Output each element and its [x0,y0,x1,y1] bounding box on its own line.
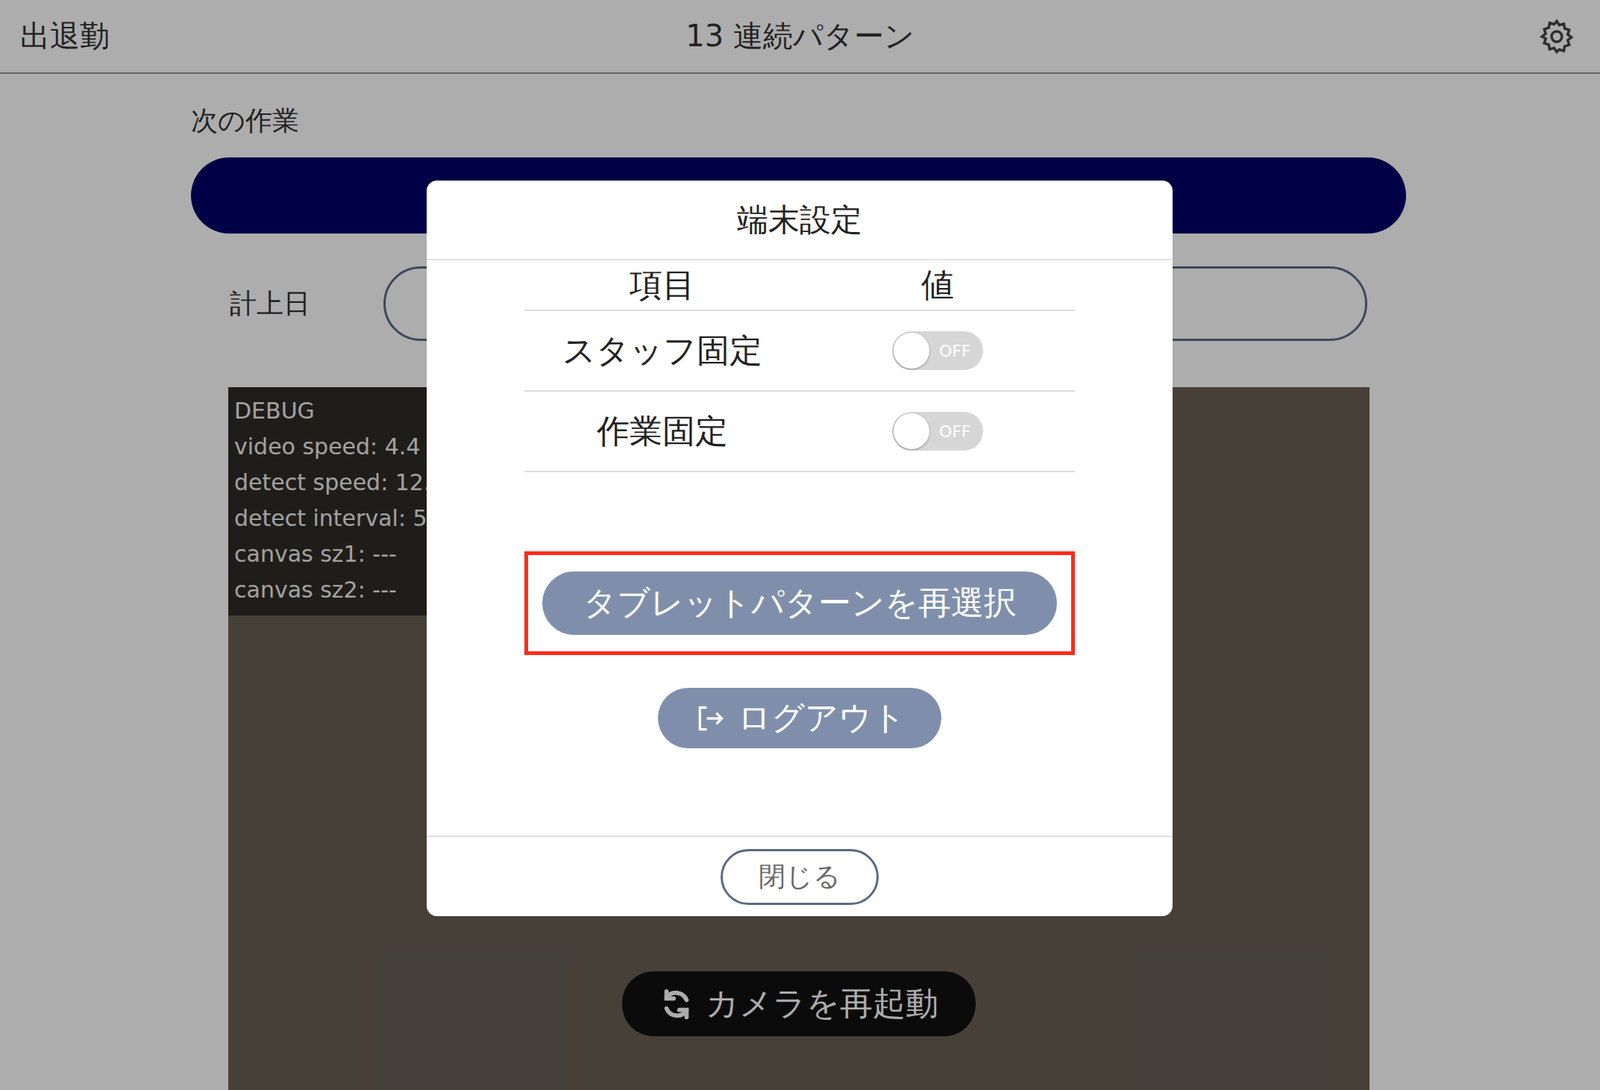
toggle-text: OFF [939,422,972,441]
logout-icon [694,701,728,735]
screen: 出退勤13 連続パターン次の作業計上日DEBUGvideo speed: 4.4… [0,0,1600,1090]
toggle-knob [893,332,930,369]
dialog-body: 項目値スタッフ固定 OFF 作業固定 OFF タブレットパターンを再選択ログアウト [426,260,1173,836]
toggle-text: OFF [939,341,972,361]
table-row: スタッフ固定 OFF [524,311,1075,392]
table-row: 作業固定 OFF [524,391,1075,473]
setting-label: スタッフ固定 [524,328,800,373]
table-header: 項目値 [524,260,1075,312]
toggle-switch[interactable]: OFF [892,331,984,370]
reselect-pattern-button[interactable]: タブレットパターンを再選択 [542,571,1057,635]
logout-button[interactable]: ログアウト [657,687,942,749]
highlight-box: タブレットパターンを再選択 [524,551,1075,655]
close-button[interactable]: 閉じる [720,848,879,905]
logout-label: ログアウト [737,695,906,740]
toggle-knob [893,413,930,450]
dialog-title: 端末設定 [426,180,1173,261]
setting-label: 作業固定 [524,409,800,454]
dialog-footer: 閉じる [426,835,1173,916]
toggle-switch[interactable]: OFF [892,411,984,451]
column-header: 項目 [524,263,800,308]
settings-dialog: 端末設定項目値スタッフ固定 OFF 作業固定 OFF タブレットパターンを再選択ログアウ… [426,180,1173,916]
column-header: 値 [799,263,1075,308]
settings-table: 項目値スタッフ固定 OFF 作業固定 OFF [524,260,1075,473]
